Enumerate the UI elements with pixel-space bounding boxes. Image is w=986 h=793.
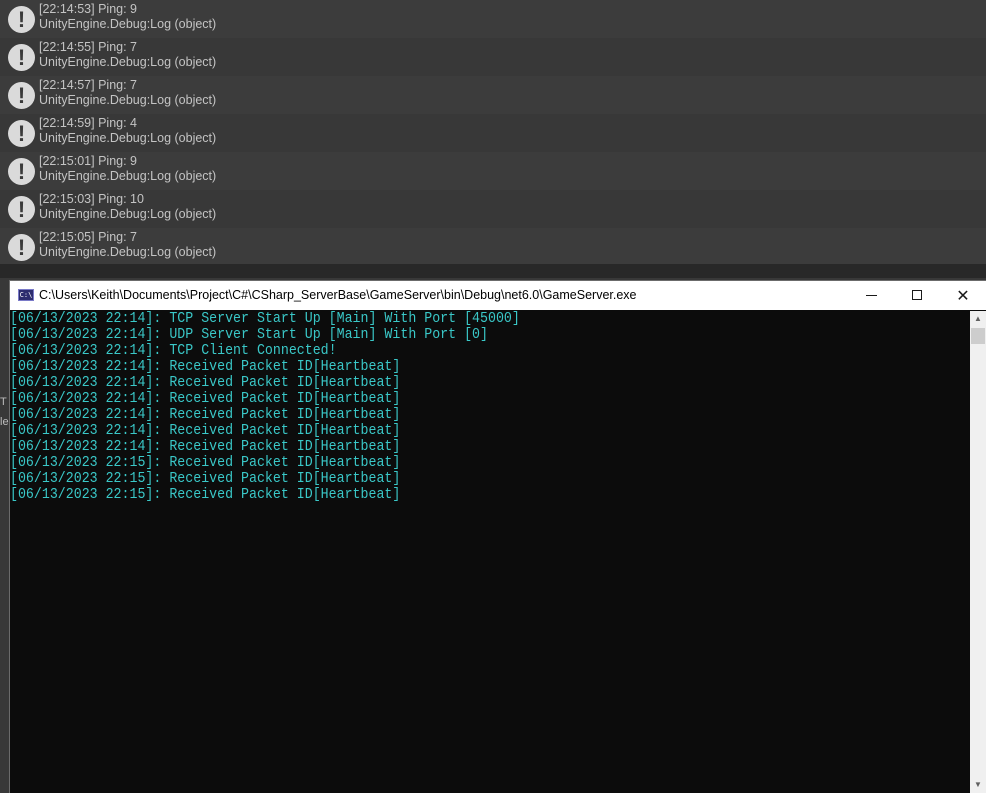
log-entry[interactable]: ! [22:14:57] Ping: 7 UnityEngine.Debug:L… — [0, 76, 986, 114]
log-message: [22:15:01] Ping: 9 — [39, 154, 137, 168]
warning-exclamation-icon: ! — [8, 82, 35, 109]
log-message: [22:14:53] Ping: 9 — [39, 2, 137, 16]
console-app-icon: C:\ — [18, 289, 34, 301]
log-entry[interactable]: ! [22:15:03] Ping: 10 UnityEngine.Debug:… — [0, 190, 986, 228]
warning-exclamation-icon: ! — [8, 196, 35, 223]
output-line: [06/13/2023 22:15]: Received Packet ID[H… — [10, 470, 401, 487]
output-line: [06/13/2023 22:14]: Received Packet ID[H… — [10, 406, 401, 423]
window-title: C:\Users\Keith\Documents\Project\C#\CSha… — [39, 288, 637, 302]
background-text: T — [0, 396, 7, 408]
maximize-button[interactable] — [894, 281, 940, 310]
log-message: [22:14:55] Ping: 7 — [39, 40, 137, 54]
warning-exclamation-icon: ! — [8, 120, 35, 147]
minimize-button[interactable] — [848, 281, 894, 310]
vertical-scrollbar[interactable]: ▲ ▼ — [970, 311, 986, 793]
console-output[interactable]: [06/13/2023 22:14]: TCP Server Start Up … — [10, 311, 970, 793]
output-line: [06/13/2023 22:14]: TCP Server Start Up … — [10, 310, 520, 327]
log-entry[interactable]: ! [22:15:01] Ping: 9 UnityEngine.Debug:L… — [0, 152, 986, 190]
log-source: UnityEngine.Debug:Log (object) — [39, 55, 217, 69]
scrollbar-thumb[interactable] — [971, 328, 985, 344]
warning-exclamation-icon: ! — [8, 44, 35, 71]
log-source: UnityEngine.Debug:Log (object) — [39, 207, 217, 221]
console-window: C:\ C:\Users\Keith\Documents\Project\C#\… — [9, 280, 986, 793]
unity-console-panel: ! [22:14:53] Ping: 9 UnityEngine.Debug:L… — [0, 0, 986, 278]
maximize-icon — [912, 290, 922, 300]
close-icon: ✕ — [956, 286, 970, 305]
warning-exclamation-icon: ! — [8, 158, 35, 185]
close-button[interactable]: ✕ — [940, 281, 986, 310]
log-message: [22:15:05] Ping: 7 — [39, 230, 137, 244]
log-source: UnityEngine.Debug:Log (object) — [39, 169, 217, 183]
log-source: UnityEngine.Debug:Log (object) — [39, 131, 217, 145]
log-source: UnityEngine.Debug:Log (object) — [39, 17, 217, 31]
output-line: [06/13/2023 22:14]: Received Packet ID[H… — [10, 422, 401, 439]
scroll-up-arrow-icon[interactable]: ▲ — [970, 311, 986, 327]
warning-exclamation-icon: ! — [8, 6, 35, 33]
output-line: [06/13/2023 22:14]: Received Packet ID[H… — [10, 438, 401, 455]
output-line: [06/13/2023 22:15]: Received Packet ID[H… — [10, 486, 401, 503]
minimize-icon — [866, 295, 877, 296]
log-message: [22:15:03] Ping: 10 — [39, 192, 144, 206]
log-source: UnityEngine.Debug:Log (object) — [39, 245, 217, 259]
output-line: [06/13/2023 22:14]: TCP Client Connected… — [10, 342, 337, 359]
title-bar[interactable]: C:\ C:\Users\Keith\Documents\Project\C#\… — [10, 281, 986, 310]
log-source: UnityEngine.Debug:Log (object) — [39, 93, 217, 107]
output-line: [06/13/2023 22:15]: Received Packet ID[H… — [10, 454, 401, 471]
unity-panel-divider — [0, 264, 986, 278]
output-line: [06/13/2023 22:14]: Received Packet ID[H… — [10, 390, 401, 407]
log-entry[interactable]: ! [22:14:59] Ping: 4 UnityEngine.Debug:L… — [0, 114, 986, 152]
log-entry[interactable]: ! [22:14:53] Ping: 9 UnityEngine.Debug:L… — [0, 0, 986, 38]
scroll-down-arrow-icon[interactable]: ▼ — [970, 777, 986, 793]
output-line: [06/13/2023 22:14]: Received Packet ID[H… — [10, 358, 401, 375]
warning-exclamation-icon: ! — [8, 234, 35, 261]
output-line: [06/13/2023 22:14]: UDP Server Start Up … — [10, 326, 488, 343]
log-message: [22:14:57] Ping: 7 — [39, 78, 137, 92]
log-message: [22:14:59] Ping: 4 — [39, 116, 137, 130]
log-entry[interactable]: ! [22:14:55] Ping: 7 UnityEngine.Debug:L… — [0, 38, 986, 76]
log-entry[interactable]: ! [22:15:05] Ping: 7 UnityEngine.Debug:L… — [0, 228, 986, 266]
output-line: [06/13/2023 22:14]: Received Packet ID[H… — [10, 374, 401, 391]
background-window-edge: T le — [0, 392, 9, 432]
background-text: le — [0, 416, 9, 428]
